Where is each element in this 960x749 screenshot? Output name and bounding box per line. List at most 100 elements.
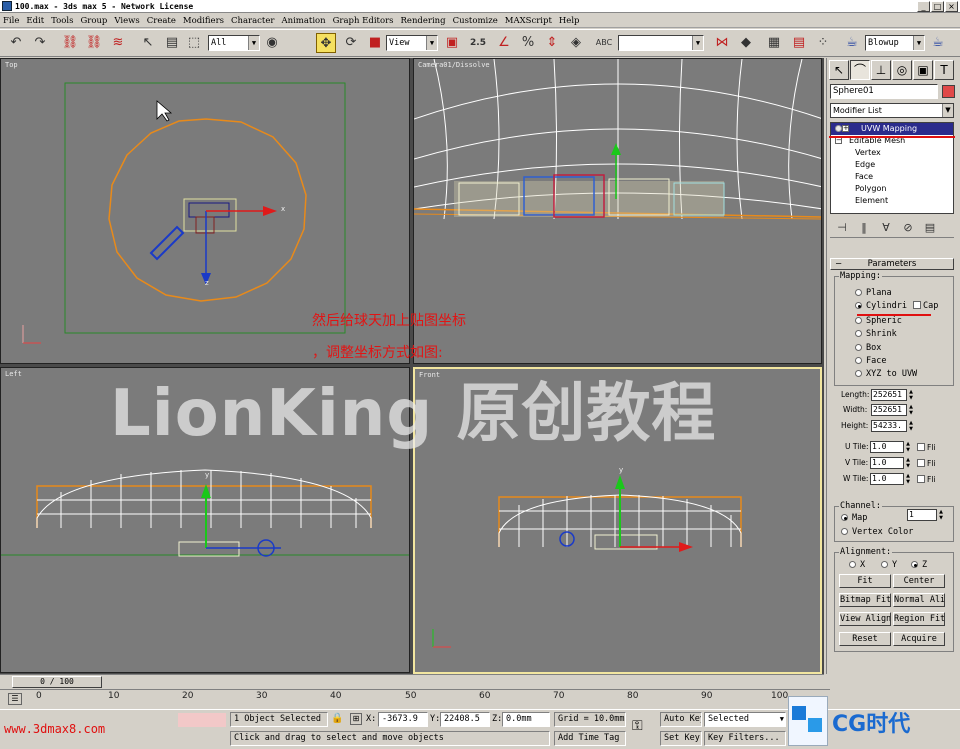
material-editor-icon[interactable]: ⁘ [813,33,833,53]
x-coord-field[interactable]: -3673.9 [378,712,428,727]
w-tile-spinner-icon[interactable]: ▲ ▼ [905,473,911,485]
length-field[interactable]: 252651 [871,389,907,401]
menu-help[interactable]: Help [559,16,580,26]
viewport-left-label[interactable]: Left [5,370,22,378]
abc-icon[interactable]: ABC [594,33,614,53]
menu-file[interactable]: File [3,16,19,26]
menu-tools[interactable]: Tools [51,16,73,26]
auto-key-button[interactable]: Auto Key [660,712,702,727]
mirror-icon[interactable]: ⋈ [712,33,732,53]
map-channel-field[interactable]: 1 [907,509,937,521]
select-and-rotate-icon[interactable]: ⟳ [341,33,361,53]
mapping-face-radio[interactable]: Face [855,356,886,366]
pivot-center-icon[interactable]: ▣ [442,33,462,53]
key-icon[interactable]: ⚿ [632,718,643,734]
cap-checkbox[interactable]: Cap [913,301,938,311]
max-script-listener[interactable] [178,713,226,727]
hierarchy-tab-icon[interactable]: ⊥ [871,60,891,80]
time-slider-thumb[interactable]: 0 / 100 [12,676,102,688]
absolute-mode-icon[interactable]: ⊞ [350,713,362,725]
z-coord-field[interactable]: 0.0mm [502,712,550,727]
stack-item-vertex[interactable]: Vertex [831,147,953,159]
align-icon[interactable]: ◆ [736,33,756,53]
motion-tab-icon[interactable]: ◎ [892,60,912,80]
maximize-button[interactable]: □ [931,1,944,12]
parameters-rollout-header[interactable]: − Parameters [830,258,954,270]
named-selection-icon[interactable]: ◈ [566,33,586,53]
map-channel-spinner-icon[interactable]: ▲ ▼ [938,509,944,521]
window-crossing-icon[interactable]: ◉ [262,33,282,53]
redo-icon[interactable]: ↷ [30,33,50,53]
y-coord-field[interactable]: 22408.5 [440,712,490,727]
select-by-name-icon[interactable]: ▤ [162,33,182,53]
track-bar-menu-icon[interactable]: ☰ [8,693,22,705]
unlink-icon[interactable]: ⛓ [84,33,104,53]
stack-item-edge[interactable]: Edge [831,159,953,171]
menu-character[interactable]: Character [231,16,274,26]
time-slider[interactable]: 0 / 100 [0,674,824,688]
fit-button[interactable]: Fit [839,574,891,588]
menu-modifiers[interactable]: Modifiers [183,16,224,26]
v-tile-spinner-icon[interactable]: ▲ ▼ [905,457,911,469]
channel-map-radio[interactable]: Map [841,513,867,523]
configure-sets-icon[interactable]: ▤ [922,220,938,236]
select-and-scale-icon[interactable]: ■ [365,33,385,53]
bind-space-warp-icon[interactable]: ≋ [108,33,128,53]
key-filters-button[interactable]: Key Filters... [704,731,786,746]
menu-create[interactable]: Create [147,16,176,26]
stack-item-uvw-mapping[interactable]: + UVW Mapping [831,123,953,135]
channel-vertex-color-radio[interactable]: Vertex Color [841,527,913,537]
track-view-icon[interactable]: ▦ [764,33,784,53]
utilities-tab-icon[interactable]: T [934,60,954,80]
snap-toggle-icon[interactable]: 2.5 [468,33,488,53]
stack-item-polygon[interactable]: Polygon [831,183,953,195]
align-x-radio[interactable]: X [849,560,865,570]
render-scene-icon[interactable]: ☕ [842,33,862,53]
select-and-move-icon[interactable]: ✥ [316,33,336,53]
stack-item-element[interactable]: Element [831,195,953,207]
selection-region-icon[interactable]: ⬚ [184,33,204,53]
collapse-icon[interactable]: − [835,137,842,144]
close-button[interactable]: × [945,1,958,12]
viewport-camera-label[interactable]: Camera01/Dissolve [418,61,490,69]
percent-snap-icon[interactable]: % [518,33,538,53]
display-tab-icon[interactable]: ▣ [913,60,933,80]
u-tile-field[interactable]: 1.0 [870,441,904,453]
viewport-top-label[interactable]: Top [5,61,18,69]
modifier-list-dropdown[interactable]: Modifier List ▼ [830,103,954,118]
center-button[interactable]: Center [893,574,945,588]
align-y-radio[interactable]: Y [881,560,897,570]
named-selection-dropdown[interactable]: ▼ [618,35,704,51]
v-flip-checkbox[interactable]: Fli [917,459,935,468]
key-filter-dropdown[interactable]: Selected ▼ [704,712,786,727]
mapping-spherical-radio[interactable]: Spheric [855,316,902,326]
menu-graph-editors[interactable]: Graph Editors [333,16,394,26]
schematic-view-icon[interactable]: ▤ [789,33,809,53]
v-tile-field[interactable]: 1.0 [870,457,904,469]
menu-group[interactable]: Group [80,16,107,26]
acquire-button[interactable]: Acquire [893,632,945,646]
track-bar[interactable]: ☰ 0 10 20 30 40 50 60 70 80 90 100 [0,689,830,709]
modify-tab-icon[interactable]: ⌒ [850,60,870,80]
height-field[interactable]: 54233. [871,420,907,432]
minimize-button[interactable]: _ [917,1,930,12]
width-field[interactable]: 252651 [871,404,907,416]
reset-button[interactable]: Reset [839,632,891,646]
u-tile-spinner-icon[interactable]: ▲ ▼ [905,441,911,453]
w-tile-field[interactable]: 1.0 [870,473,904,485]
quick-render-icon[interactable]: ☕ [928,33,948,53]
normal-align-button[interactable]: Normal Align [893,593,945,607]
view-align-button[interactable]: View Align [839,612,891,626]
object-color-swatch[interactable] [942,85,955,98]
light-bulb-icon[interactable] [835,125,842,132]
object-name-field[interactable]: Sphere01 [830,84,938,99]
show-end-result-icon[interactable]: ‖ [856,220,872,236]
menu-maxscript[interactable]: MAXScript [505,16,552,26]
align-z-radio[interactable]: Z [911,560,927,570]
width-spinner-icon[interactable]: ▲ ▼ [908,404,914,416]
spinner-snap-icon[interactable]: ⇕ [542,33,562,53]
menu-rendering[interactable]: Rendering [401,16,446,26]
viewport-camera[interactable]: Camera01/Dissolve [413,58,822,364]
mapping-xyz-to-uvw-radio[interactable]: XYZ to UVW [855,369,917,379]
menu-edit[interactable]: Edit [26,16,44,26]
